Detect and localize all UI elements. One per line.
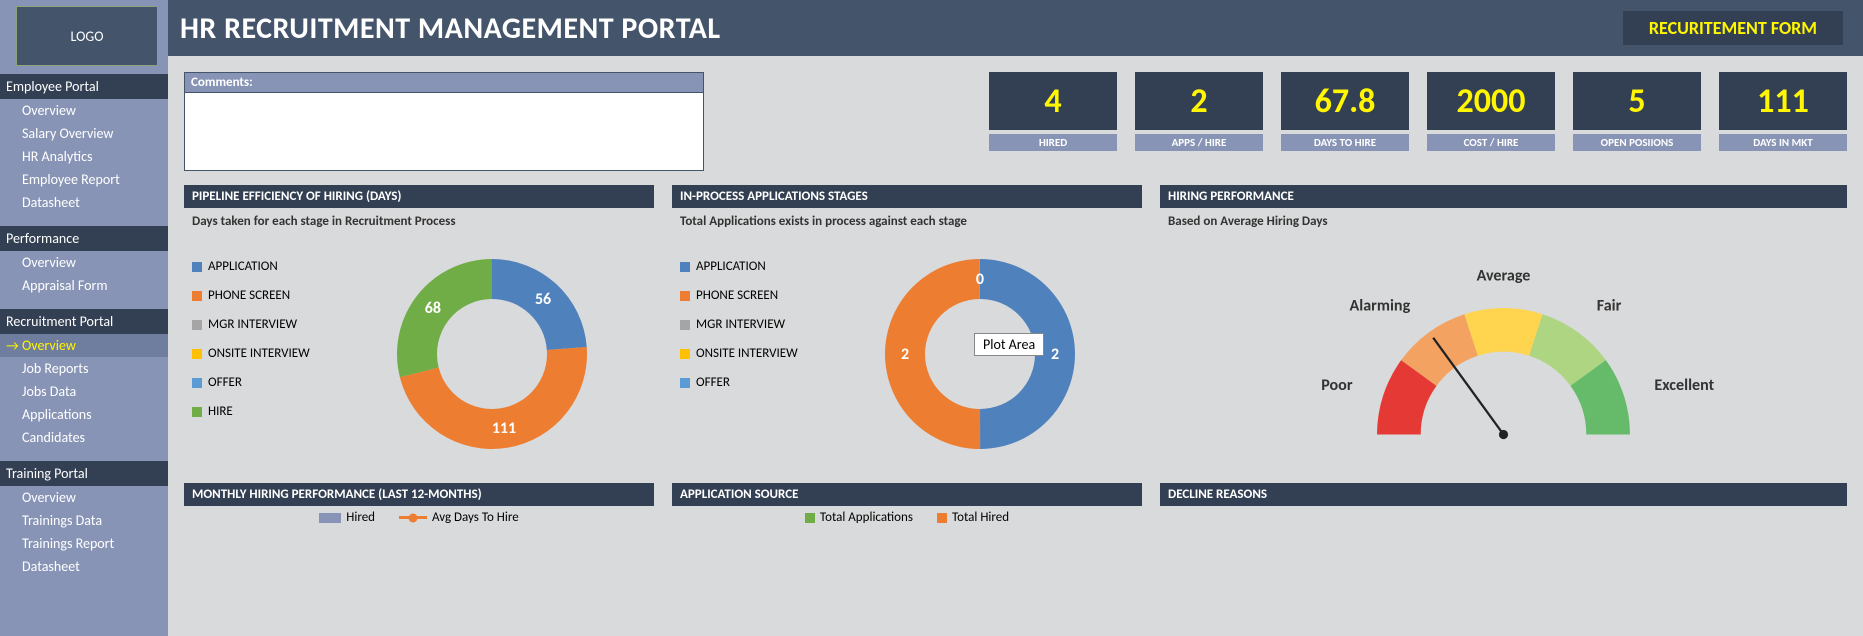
svg-text:2: 2 [901,345,909,364]
panel-header: PIPELINE EFFICIENCY OF HIRING (DAYS) [184,185,654,208]
panel-inprocess-stages: IN-PROCESS APPLICATIONS STAGES Total App… [672,185,1142,469]
svg-text:Alarming: Alarming [1350,297,1411,316]
svg-text:111: 111 [492,419,516,438]
chart-legend: Total Applications Total Hired [672,506,1142,525]
svg-text:Poor: Poor [1321,376,1353,395]
panel-subtitle: Days taken for each stage in Recruitment… [184,208,654,239]
legend-item: Total Hired [937,510,1009,525]
nav-item-recruit-overview[interactable]: Overview [0,334,168,357]
kpi-label: HIRED [989,134,1117,151]
kpi-label: COST / HIRE [1427,134,1555,151]
logo-placeholder: LOGO [16,6,158,66]
nav-item-jobs-data[interactable]: Jobs Data [0,380,168,403]
svg-text:Excellent: Excellent [1654,376,1714,395]
legend-item: Hired [319,510,375,525]
kpi-label: OPEN POSIIONS [1573,134,1701,151]
legend-item: APPLICATION [680,259,850,274]
nav-section-training: Training Portal [0,461,168,486]
svg-text:Average: Average [1477,266,1531,285]
kpi-days-in-mkt: 111 DAYS IN MKT [1719,72,1847,171]
nav-item-appraisal-form[interactable]: Appraisal Form [0,274,168,297]
svg-text:0: 0 [976,270,984,289]
kpi-hired: 4 HIRED [989,72,1117,171]
svg-text:2: 2 [1051,345,1059,364]
nav-section-performance: Performance [0,226,168,251]
kpi-days-to-hire: 67.8 DAYS TO HIRE [1281,72,1409,171]
nav-item-trainings-data[interactable]: Trainings Data [0,509,168,532]
legend-item: Avg Days To Hire [399,510,519,525]
kpi-value: 2 [1135,72,1263,130]
legend-item: HIRE [192,404,362,419]
nav-item-emp-overview[interactable]: Overview [0,99,168,122]
legend-item: ONSITE INTERVIEW [192,346,362,361]
svg-text:56: 56 [535,290,551,309]
legend-item: PHONE SCREEN [680,288,850,303]
kpi-value: 4 [989,72,1117,130]
panel-decline-reasons: DECLINE REASONS [1160,483,1847,525]
nav-item-datasheet-emp[interactable]: Datasheet [0,191,168,214]
panel-hiring-performance: HIRING PERFORMANCE Based on Average Hiri… [1160,185,1847,469]
panel-header: APPLICATION SOURCE [672,483,1142,506]
page-title: HR RECRUITMENT MANAGEMENT PORTAL [180,10,721,47]
donut-chart-inprocess[interactable]: 2 2 0 Plot Area [850,239,1110,469]
panel-monthly-hiring: MONTHLY HIRING PERFORMANCE (LAST 12-MONT… [184,483,654,525]
plot-area-tooltip: Plot Area [974,333,1044,356]
recruitment-form-button[interactable]: RECURITEMENT FORM [1623,11,1843,45]
nav-item-trainings-report[interactable]: Trainings Report [0,532,168,555]
sidebar: LOGO Employee Portal Overview Salary Ove… [0,0,168,636]
legend-item: ONSITE INTERVIEW [680,346,850,361]
comments-input[interactable] [184,93,704,171]
panel-header: HIRING PERFORMANCE [1160,185,1847,208]
nav-item-salary-overview[interactable]: Salary Overview [0,122,168,145]
legend-item: PHONE SCREEN [192,288,362,303]
comments-label: Comments: [184,72,704,93]
legend-item: MGR INTERVIEW [192,317,362,332]
panel-subtitle: Based on Average Hiring Days [1160,208,1847,239]
comments-box: Comments: [184,72,704,171]
chart-legend: APPLICATION PHONE SCREEN MGR INTERVIEW O… [192,239,362,469]
chart-legend: APPLICATION PHONE SCREEN MGR INTERVIEW O… [680,239,850,469]
chart-legend: Hired Avg Days To Hire [184,506,654,525]
nav-section-recruitment: Recruitment Portal [0,309,168,334]
kpi-label: DAYS TO HIRE [1281,134,1409,151]
kpi-apps-per-hire: 2 APPS / HIRE [1135,72,1263,171]
nav-item-datasheet-train[interactable]: Datasheet [0,555,168,578]
svg-text:68: 68 [425,299,441,318]
legend-item: MGR INTERVIEW [680,317,850,332]
panel-pipeline-efficiency: PIPELINE EFFICIENCY OF HIRING (DAYS) Day… [184,185,654,469]
kpi-open-positions: 5 OPEN POSIIONS [1573,72,1701,171]
nav-item-job-reports[interactable]: Job Reports [0,357,168,380]
kpi-cost-per-hire: 2000 COST / HIRE [1427,72,1555,171]
legend-item: OFFER [680,375,850,390]
nav-item-perf-overview[interactable]: Overview [0,251,168,274]
legend-item: OFFER [192,375,362,390]
nav-item-candidates[interactable]: Candidates [0,426,168,449]
main-area: HR RECRUITMENT MANAGEMENT PORTAL RECURIT… [168,0,1863,636]
nav-item-train-overview[interactable]: Overview [0,486,168,509]
kpi-label: APPS / HIRE [1135,134,1263,151]
nav-section-employee: Employee Portal [0,74,168,99]
title-bar: HR RECRUITMENT MANAGEMENT PORTAL RECURIT… [168,0,1863,56]
kpi-value: 2000 [1427,72,1555,130]
gauge-chart[interactable]: Poor Alarming Average Fair Excellent [1160,239,1847,469]
kpi-value: 111 [1719,72,1847,130]
legend-item: APPLICATION [192,259,362,274]
legend-item: Total Applications [805,510,913,525]
kpi-value: 67.8 [1281,72,1409,130]
panel-subtitle: Total Applications exists in process aga… [672,208,1142,239]
nav-item-hr-analytics[interactable]: HR Analytics [0,145,168,168]
nav-item-applications[interactable]: Applications [0,403,168,426]
kpi-row: 4 HIRED 2 APPS / HIRE 67.8 DAYS TO HIRE 200… [722,72,1847,171]
kpi-value: 5 [1573,72,1701,130]
kpi-label: DAYS IN MKT [1719,134,1847,151]
panel-header: MONTHLY HIRING PERFORMANCE (LAST 12-MONT… [184,483,654,506]
panel-header: DECLINE REASONS [1160,483,1847,506]
panel-application-source: APPLICATION SOURCE Total Applications To… [672,483,1142,525]
nav-item-employee-report[interactable]: Employee Report [0,168,168,191]
svg-text:Fair: Fair [1597,297,1622,316]
panel-header: IN-PROCESS APPLICATIONS STAGES [672,185,1142,208]
donut-chart-pipeline[interactable]: 56 111 68 [362,239,622,469]
